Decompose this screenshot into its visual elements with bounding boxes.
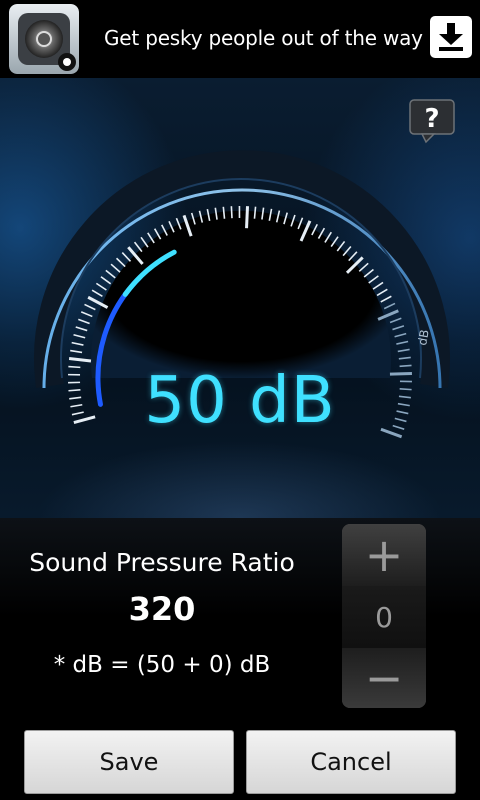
decrement-button[interactable]: − <box>342 648 426 708</box>
help-icon: ? <box>409 99 455 144</box>
plus-icon: + <box>364 528 404 582</box>
cancel-button[interactable]: Cancel <box>246 730 456 794</box>
gauge-minor-tick <box>389 317 402 324</box>
stepper-value: 0 <box>342 586 426 648</box>
gauge-minor-tick <box>383 302 396 310</box>
gauge-minor-tick <box>348 251 358 262</box>
gauge-minor-tick <box>105 269 116 279</box>
gauge-minor-tick <box>397 348 410 353</box>
gauge-minor-tick <box>372 281 384 290</box>
gauge-minor-tick <box>133 241 143 253</box>
ad-banner[interactable]: Get pesky people out of the way <box>0 0 480 78</box>
gauge-minor-tick <box>358 262 369 272</box>
gauge-minor-tick <box>392 325 405 331</box>
gauge-minor-tick <box>100 276 112 285</box>
help-button[interactable]: ? <box>408 98 456 146</box>
formula-text: * dB = (50 + 0) dB <box>53 652 271 678</box>
download-icon <box>439 23 463 51</box>
download-button[interactable] <box>430 16 472 58</box>
gauge-minor-tick <box>140 236 149 248</box>
unit-label: dB <box>415 328 432 346</box>
save-button[interactable]: Save <box>24 730 234 794</box>
gauge-minor-tick <box>396 340 409 345</box>
gauge-minor-tick <box>73 333 86 339</box>
gauge-minor-tick <box>342 245 352 257</box>
gauge-minor-tick <box>363 268 374 278</box>
gauge-minor-tick <box>376 288 388 297</box>
gauge-minor-tick <box>70 349 83 354</box>
increment-button[interactable]: + <box>342 524 426 586</box>
gauge-minor-tick <box>368 275 379 284</box>
banner-text[interactable]: Get pesky people out of the way <box>104 26 423 50</box>
gauge-minor-tick <box>115 257 126 268</box>
gauge-minor-tick <box>230 206 233 219</box>
db-readout: 50 dB <box>144 364 336 438</box>
minus-icon: − <box>364 651 404 705</box>
gauge-minor-tick <box>398 356 411 360</box>
ratio-label: Sound Pressure Ratio <box>29 548 295 577</box>
gauge-minor-tick <box>91 289 103 298</box>
gauge-minor-tick <box>95 282 107 291</box>
gauge-minor-tick <box>80 311 93 318</box>
gauge-major-tick <box>68 357 92 363</box>
gauge-minor-tick <box>84 303 96 311</box>
offset-stepper: + 0 − <box>342 524 426 708</box>
gauge-major-tick <box>245 206 250 229</box>
gauge-minor-tick <box>394 332 407 338</box>
speaker-icon[interactable] <box>9 4 79 74</box>
help-glyph: ? <box>424 104 439 134</box>
gauge-minor-tick <box>75 326 88 332</box>
gauge-minor-tick <box>253 206 257 219</box>
gauge-minor-tick <box>110 263 121 273</box>
gauge-minor-tick <box>380 295 392 303</box>
ratio-value: 320 <box>128 590 196 628</box>
gauge-panel: dB ? 50 dB <box>0 78 480 518</box>
gauge-minor-tick <box>71 341 84 346</box>
gauge-minor-tick <box>78 318 90 325</box>
gauge-minor-tick <box>121 252 132 262</box>
